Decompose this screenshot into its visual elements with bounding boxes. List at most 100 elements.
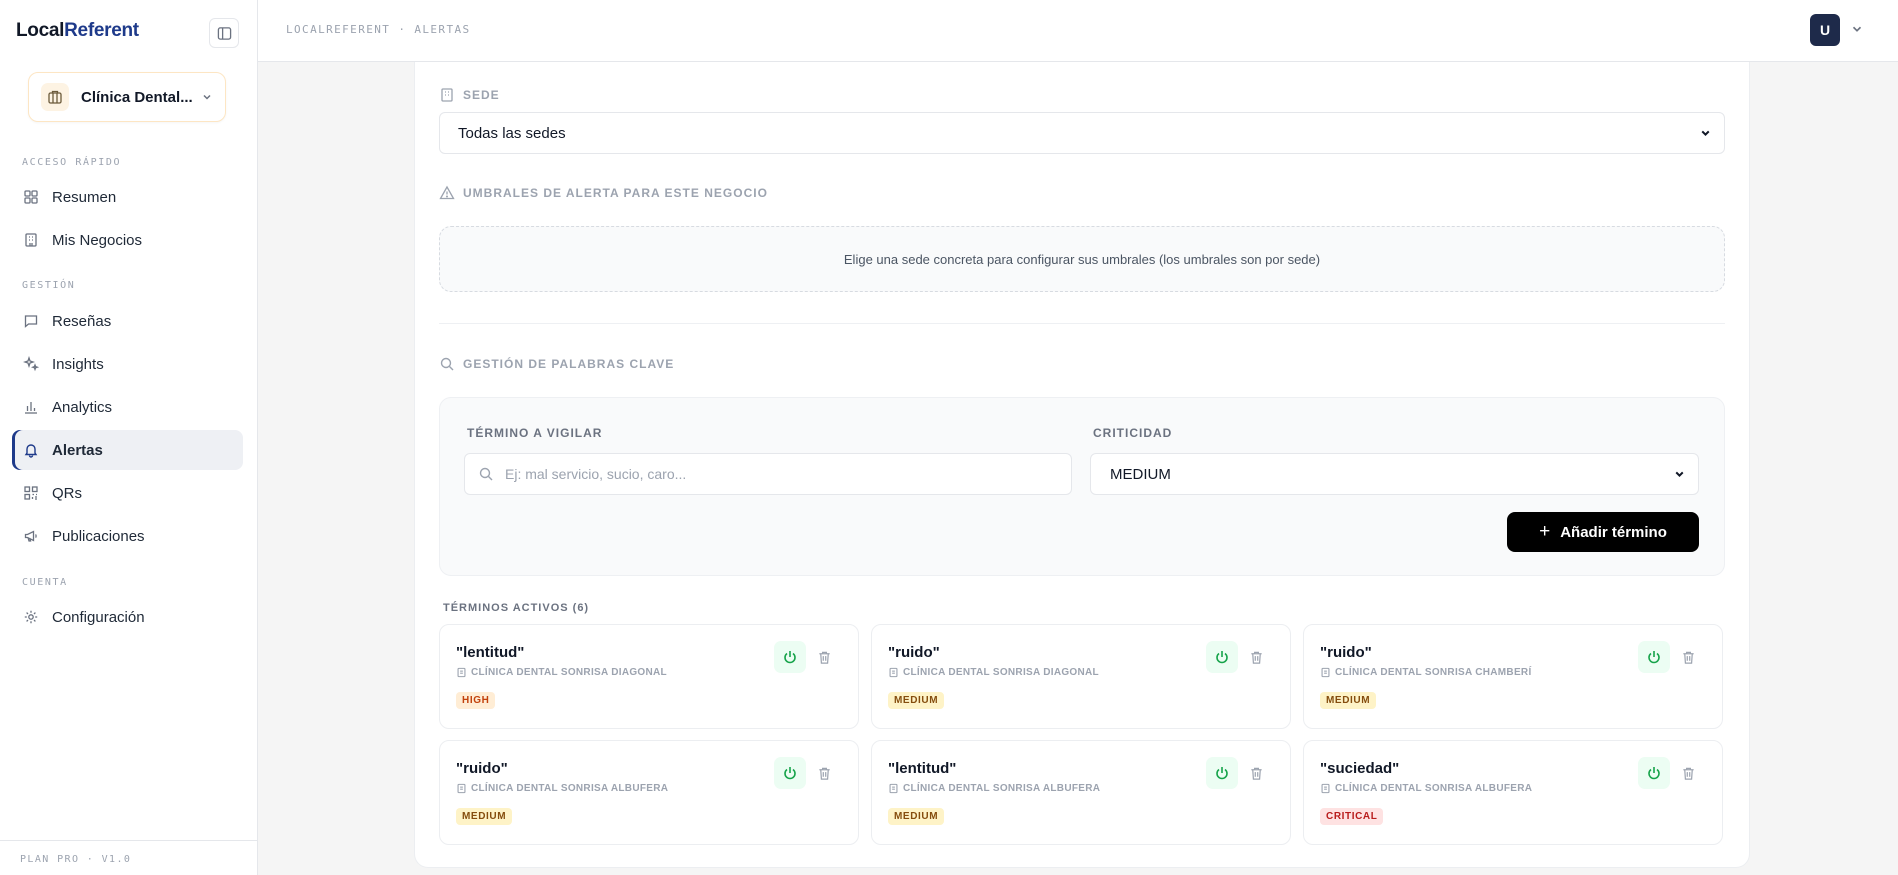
criticality-badge: MEDIUM (888, 692, 945, 709)
term-location: CLÍNICA DENTAL SONRISA DIAGONAL (888, 667, 1099, 678)
term-word: "ruido" (456, 760, 508, 777)
sidebar: LocalReferent Clínica Dental... ACCESO R… (0, 0, 258, 875)
delete-term-button[interactable] (812, 761, 836, 785)
power-icon (1216, 651, 1228, 664)
message-square-icon (22, 312, 40, 330)
trash-icon (818, 767, 830, 780)
sidebar-item-publicaciones[interactable]: Publicaciones (12, 516, 243, 556)
term-word: "ruido" (1320, 644, 1372, 661)
term-word: "lentitud" (456, 644, 525, 661)
power-icon (784, 767, 796, 780)
user-menu-chevron[interactable] (1850, 22, 1864, 41)
term-word: "ruido" (888, 644, 940, 661)
term-location: CLÍNICA DENTAL SONRISA ALBUFERA (1320, 783, 1532, 794)
term-location-text: CLÍNICA DENTAL SONRISA ALBUFERA (471, 783, 669, 794)
add-term-button[interactable]: + Añadir término (1507, 512, 1699, 552)
sidebar-item-insights[interactable]: Insights (12, 344, 243, 384)
term-card: "lentitud" CLÍNICA DENTAL SONRISA DIAGON… (439, 624, 859, 729)
toggle-term-button[interactable] (1206, 641, 1238, 673)
term-location-text: CLÍNICA DENTAL SONRISA CHAMBERÍ (1335, 667, 1532, 678)
sidebar-item-label: Reseñas (52, 312, 112, 330)
thresholds-section-title: UMBRALES DE ALERTA PARA ESTE NEGOCIO (439, 185, 768, 201)
thresholds-empty-state: Elige una sede concreta para configurar … (439, 226, 1725, 292)
trash-icon (1250, 767, 1262, 780)
criticality-badge: MEDIUM (1320, 692, 1377, 709)
term-card: "suciedad" CLÍNICA DENTAL SONRISA ALBUFE… (1303, 740, 1723, 845)
toggle-term-button[interactable] (1638, 641, 1670, 673)
term-location-text: CLÍNICA DENTAL SONRISA DIAGONAL (903, 667, 1099, 678)
sidebar-item-mis-negocios[interactable]: Mis Negocios (12, 220, 243, 260)
term-location-text: CLÍNICA DENTAL SONRISA ALBUFERA (903, 783, 1101, 794)
sidebar-item-label: Analytics (52, 398, 113, 416)
sidebar-item-qrs[interactable]: QRs (12, 473, 243, 513)
term-location: CLÍNICA DENTAL SONRISA ALBUFERA (888, 783, 1100, 794)
toggle-term-button[interactable] (774, 641, 806, 673)
chevron-down-icon (1699, 127, 1712, 140)
sidebar-item-configuracion[interactable]: Configuración (12, 597, 243, 637)
section-label-quick-access: ACCESO RÁPIDO (22, 157, 122, 168)
criticality-badge: MEDIUM (888, 808, 945, 825)
active-terms-label: TÉRMINOS ACTIVOS (6) (443, 602, 590, 614)
logo-text-referent: Referent (64, 20, 139, 41)
criticality-field-label: CRITICIDAD (1093, 426, 1173, 440)
power-icon (1648, 651, 1660, 664)
sidebar-item-resenas[interactable]: Reseñas (12, 301, 243, 341)
sidebar-item-label: Resumen (52, 188, 117, 206)
toggle-term-button[interactable] (774, 757, 806, 789)
sidebar-item-resumen[interactable]: Resumen (12, 177, 243, 217)
sidebar-item-analytics[interactable]: Analytics (12, 387, 243, 427)
delete-term-button[interactable] (812, 645, 836, 669)
search-icon (439, 356, 455, 372)
term-location: CLÍNICA DENTAL SONRISA DIAGONAL (456, 667, 667, 678)
plus-icon: + (1539, 521, 1551, 542)
term-location-text: CLÍNICA DENTAL SONRISA ALBUFERA (1335, 783, 1533, 794)
term-card: "ruido" CLÍNICA DENTAL SONRISA CHAMBERÍ … (1303, 624, 1723, 729)
sidebar-item-label: Insights (52, 355, 104, 373)
sidebar-item-label: Configuración (52, 608, 145, 626)
sidebar-footer-divider (0, 840, 258, 841)
building-icon (439, 87, 455, 103)
avatar[interactable]: U (1810, 14, 1840, 46)
sidebar-toggle-icon (217, 26, 231, 40)
criticality-select[interactable]: MEDIUM (1090, 453, 1699, 495)
delete-term-button[interactable] (1676, 761, 1700, 785)
top-header: LOCALREFERENT · ALERTAS U (258, 0, 1898, 62)
toggle-term-button[interactable] (1206, 757, 1238, 789)
power-icon (1648, 767, 1660, 780)
term-card: "ruido" CLÍNICA DENTAL SONRISA DIAGONAL … (871, 624, 1291, 729)
search-icon (478, 466, 494, 485)
breadcrumb: LOCALREFERENT · ALERTAS (286, 23, 471, 36)
sidebar-item-label: QRs (52, 484, 82, 502)
delete-term-button[interactable] (1676, 645, 1700, 669)
building-icon (22, 231, 40, 249)
section-label-management: GESTIÓN (22, 280, 76, 291)
bar-chart-icon (22, 398, 40, 416)
criticality-selected-value: MEDIUM (1110, 465, 1171, 483)
sidebar-item-label: Mis Negocios (52, 231, 143, 249)
term-field-label: TÉRMINO A VIGILAR (467, 426, 603, 440)
criticality-badge: MEDIUM (456, 808, 513, 825)
term-input[interactable]: Ej: mal servicio, sucio, caro... (464, 453, 1072, 495)
sidebar-collapse-button[interactable] (209, 18, 239, 48)
toggle-term-button[interactable] (1638, 757, 1670, 789)
thresholds-empty-message: Elige una sede concreta para configurar … (843, 251, 1321, 267)
building-icon (888, 783, 899, 794)
chevron-down-icon (203, 94, 211, 100)
sede-title-text: SEDE (463, 88, 500, 102)
keywords-section-title: GESTIÓN DE PALABRAS CLAVE (439, 356, 674, 372)
business-selector[interactable]: Clínica Dental... (28, 72, 226, 122)
building-icon (456, 667, 467, 678)
sede-select[interactable]: Todas las sedes (439, 112, 1725, 154)
trash-icon (1250, 651, 1262, 664)
sede-selected-value: Todas las sedes (458, 124, 566, 142)
term-location-text: CLÍNICA DENTAL SONRISA DIAGONAL (471, 667, 667, 678)
delete-term-button[interactable] (1244, 761, 1268, 785)
trash-icon (1682, 651, 1694, 664)
app-logo[interactable]: LocalReferent (16, 20, 139, 42)
sidebar-item-alertas[interactable]: Alertas (12, 430, 243, 470)
building-icon (888, 667, 899, 678)
term-word: "suciedad" (1320, 760, 1400, 777)
term-card: "lentitud" CLÍNICA DENTAL SONRISA ALBUFE… (871, 740, 1291, 845)
grid-icon (22, 188, 40, 206)
delete-term-button[interactable] (1244, 645, 1268, 669)
